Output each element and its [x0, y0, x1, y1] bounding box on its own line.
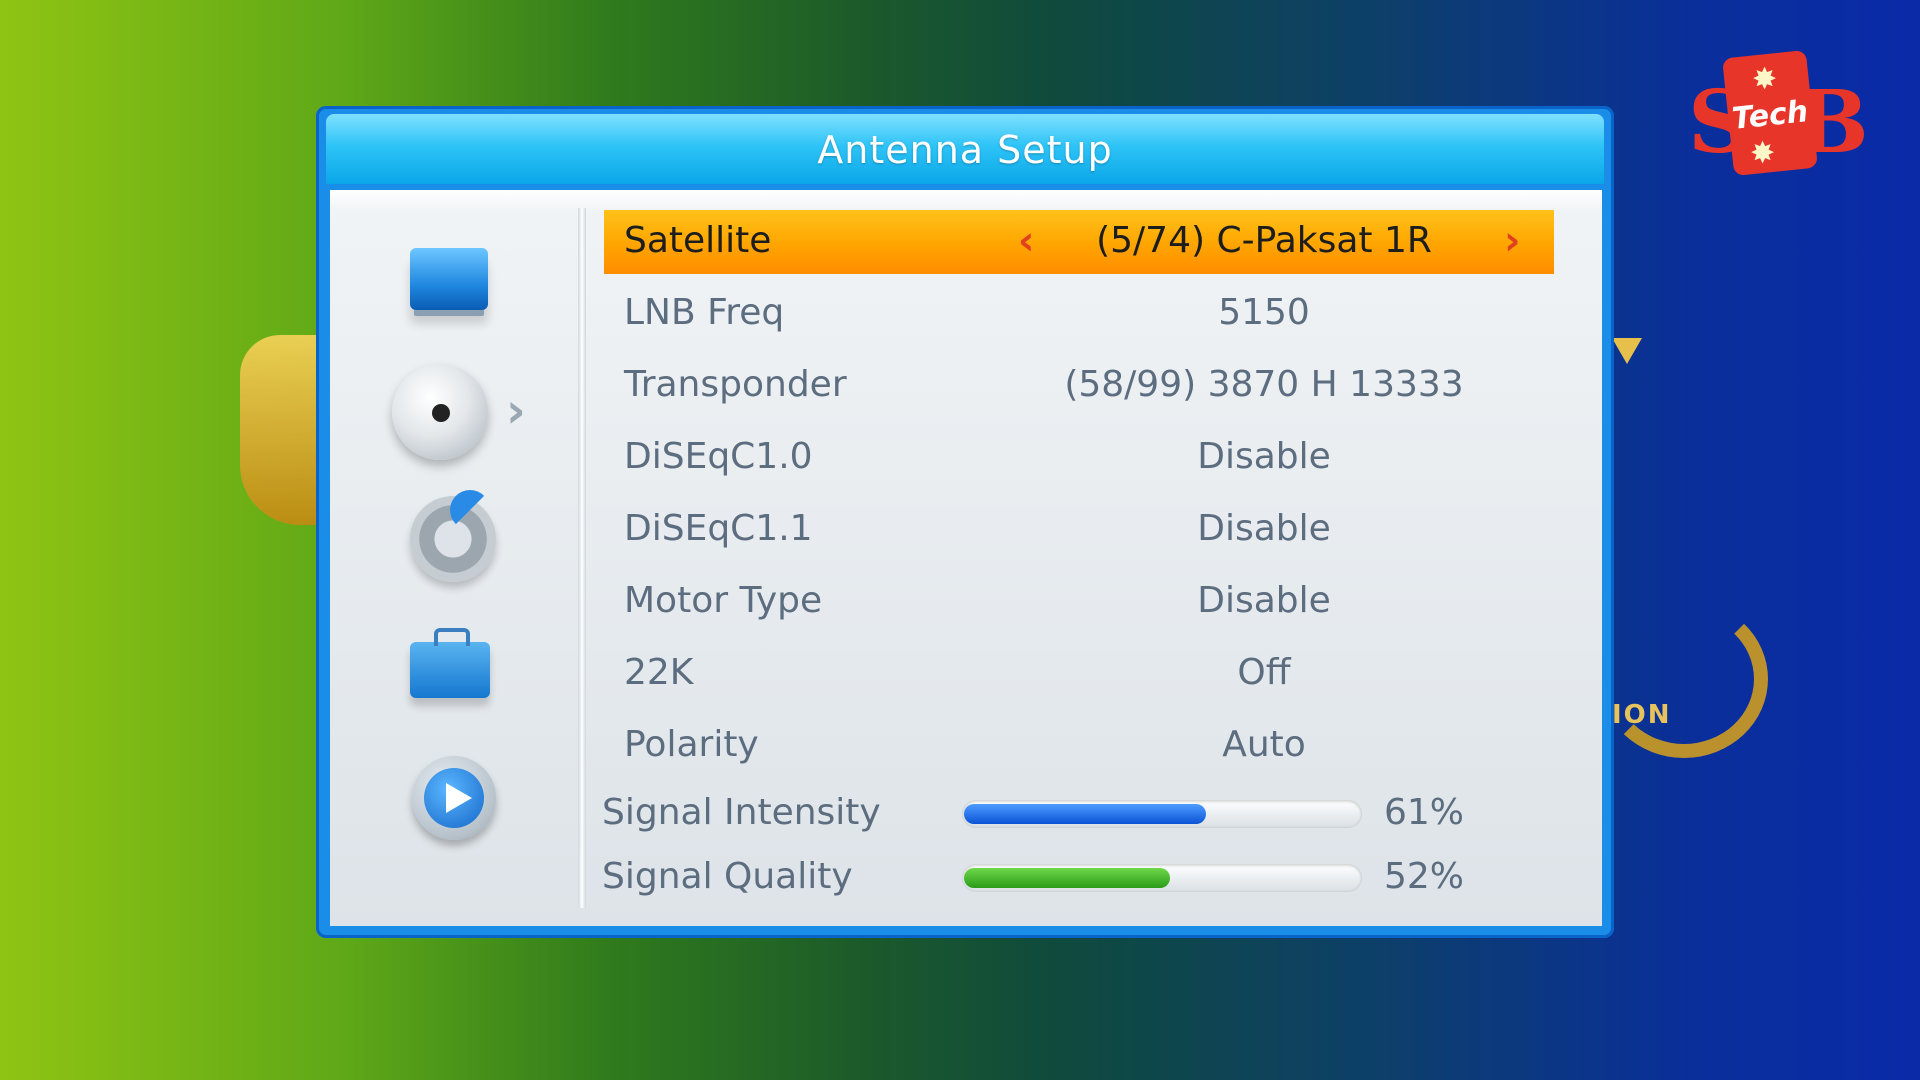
meter-fill [964, 868, 1170, 888]
tv-icon[interactable] [410, 248, 488, 310]
signal-quality-meter: Signal Quality 52% [584, 850, 1574, 906]
channel-logo: S B Tech ✸ ✸ [1688, 49, 1869, 177]
setting-value: 5150 [1218, 292, 1310, 333]
setting-row-polarity[interactable]: Polarity Auto [604, 714, 1554, 778]
setting-value: (58/99) 3870 H 13333 [1064, 364, 1464, 405]
meter-label: Signal Quality [602, 856, 853, 897]
setting-value: Disable [1197, 508, 1331, 549]
setting-label: Transponder [624, 364, 847, 405]
title-bar: Antenna Setup [326, 114, 1604, 184]
setting-row-diseqc10[interactable]: DiSEqC1.0 Disable [604, 426, 1554, 490]
antenna-setup-dialog: Antenna Setup › Satellite ‹ (5/74) C-Pak… [316, 106, 1614, 938]
setting-row-lnb-freq[interactable]: LNB Freq 5150 [604, 282, 1554, 346]
star-icon: ✸ [1750, 136, 1776, 171]
setting-value: (5/74) C-Paksat 1R [1096, 220, 1432, 261]
dialog-title: Antenna Setup [817, 128, 1113, 172]
setting-value: Auto [1222, 724, 1306, 765]
setting-value: Disable [1197, 580, 1331, 621]
background-decoration [1600, 600, 1768, 758]
briefcase-icon[interactable] [410, 628, 490, 698]
meter-label: Signal Intensity [602, 792, 881, 833]
chevron-right-icon: › [506, 383, 526, 439]
setting-row-transponder[interactable]: Transponder (58/99) 3870 H 13333 [604, 354, 1554, 418]
setting-row-satellite[interactable]: Satellite ‹ (5/74) C-Paksat 1R › [604, 210, 1554, 274]
settings-panel: › Satellite ‹ (5/74) C-Paksat 1R › LNB F… [330, 190, 1602, 926]
setting-row-motor-type[interactable]: Motor Type Disable [604, 570, 1554, 634]
signal-intensity-meter: Signal Intensity 61% [584, 786, 1574, 842]
meter-percent: 52% [1384, 856, 1465, 897]
play-icon[interactable] [412, 756, 496, 840]
meter-percent: 61% [1384, 792, 1465, 833]
chevron-right-icon[interactable]: › [1504, 218, 1520, 264]
meter-fill [964, 804, 1206, 824]
background-decoration-text: ION [1612, 700, 1672, 730]
background-decoration [1612, 338, 1642, 364]
setting-label: Satellite [624, 220, 772, 261]
meter-track [962, 864, 1362, 892]
setting-label: DiSEqC1.0 [624, 436, 813, 477]
setting-row-22k[interactable]: 22K Off [604, 642, 1554, 706]
setting-label: 22K [624, 652, 694, 693]
setting-label: Polarity [624, 724, 759, 765]
gear-icon[interactable] [410, 496, 496, 582]
setting-value: Off [1237, 652, 1291, 693]
satellite-dish-icon[interactable] [392, 364, 488, 460]
setting-value: Disable [1197, 436, 1331, 477]
setting-label: Motor Type [624, 580, 823, 621]
setting-label: LNB Freq [624, 292, 785, 333]
setting-row-diseqc11[interactable]: DiSEqC1.1 Disable [604, 498, 1554, 562]
meter-track [962, 800, 1362, 828]
star-icon: ✸ [1752, 62, 1778, 97]
background-decoration [240, 335, 320, 525]
setting-label: DiSEqC1.1 [624, 508, 813, 549]
